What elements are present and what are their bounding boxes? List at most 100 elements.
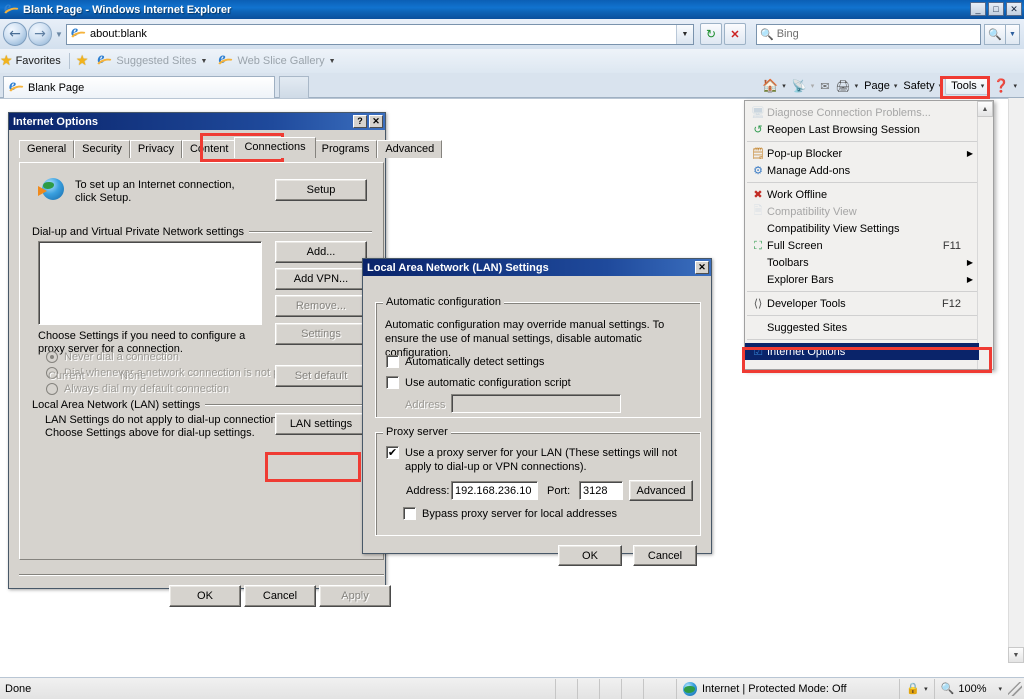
menu-item-toolbars[interactable]: Toolbars ▶ [745,254,979,271]
internet-options-close-button[interactable]: ✕ [369,115,383,128]
scroll-down-arrow-icon[interactable]: ▼ [1008,647,1024,663]
internet-options-tab-privacy[interactable]: Privacy [129,140,182,158]
safety-menu-button[interactable]: Safety ▾ [900,78,945,94]
menu-item-explorer-bars[interactable]: Explorer Bars ▶ [745,271,979,288]
menu-item-no-icon [749,272,767,288]
internet-options-apply-button: Apply [319,585,391,607]
help-caret-icon[interactable]: ▾ [1013,82,1017,90]
internet-options-titlebar: Internet Options ? ✕ [9,113,385,130]
proxy-address-input[interactable]: 192.168.236.10 [451,481,538,500]
auto-detect-settings-row[interactable]: Automatically detect settings [386,355,544,368]
setup-description: To set up an Internet connection, click … [75,179,235,204]
internet-options-tab-general[interactable]: General [19,140,75,158]
home-button[interactable]: 🏠 ▾ [759,76,789,96]
dialup-group-label: Dial-up and Virtual Private Network sett… [32,226,372,238]
bypass-proxy-row[interactable]: Bypass proxy server for local addresses [403,507,617,520]
refresh-button[interactable]: ↻ [700,23,722,45]
menu-item-internet-options[interactable]: ☑ Internet Options [745,343,979,360]
close-button[interactable]: ✕ [1006,2,1022,16]
page-menu-button[interactable]: Page ▾ [861,78,900,94]
setup-button[interactable]: Setup [275,179,367,201]
resize-grip-icon[interactable] [1008,681,1022,696]
address-dropdown-icon[interactable]: ▼ [676,24,693,44]
recent-pages-caret-icon[interactable]: ▼ [52,30,66,39]
page-caret-icon[interactable]: ▾ [894,82,898,90]
zoom-control[interactable]: 🔍 100% ▾ [933,678,1008,699]
home-caret-icon[interactable]: ▾ [782,82,786,90]
lan-settings-close-button[interactable]: ✕ [695,261,709,274]
page-vertical-scrollbar[interactable]: ▼ [1008,98,1024,663]
internet-options-cancel-button[interactable]: Cancel [244,585,316,607]
internet-options-tab-security[interactable]: Security [74,140,130,158]
tools-caret-icon[interactable]: ▾ [981,82,985,90]
forward-button[interactable]: → [28,22,52,46]
bypass-proxy-checkbox[interactable] [403,507,416,520]
zoom-caret-icon[interactable]: ▾ [998,685,1002,693]
menu-item-developer-tools[interactable]: ⟨⟩ Developer Tools F12 [745,295,979,312]
protected-mode-button[interactable]: 🔒 ▾ [899,678,933,699]
feeds-button[interactable]: 📡 ▾ [789,77,817,95]
auto-config-script-row[interactable]: Use automatic configuration script [386,376,571,389]
internet-options-help-button[interactable]: ? [353,115,367,128]
tab-label: Advanced [385,143,435,155]
search-input[interactable]: 🔍 Bing [756,23,981,45]
web-slice-gallery-button[interactable]: Web Slice Gallery [237,55,324,67]
add-vpn-button[interactable]: Add VPN... [275,268,367,290]
menu-separator [747,291,977,292]
address-input[interactable]: about:blank ▼ [66,23,694,45]
lan-settings-cancel-button[interactable]: Cancel [633,545,697,566]
stop-button[interactable]: ✕ [724,23,746,45]
minimize-button[interactable]: _ [970,2,986,16]
internet-options-tab-programs[interactable]: Programs [313,140,378,158]
print-button[interactable]: 🖨 ▾ [832,77,861,95]
protected-caret-icon[interactable]: ▾ [924,685,928,693]
internet-options-tab-connections[interactable]: Connections [234,137,316,158]
bypass-proxy-label: Bypass proxy server for local addresses [422,507,618,520]
advanced-button[interactable]: Advanced [629,480,693,501]
suggested-sites-button[interactable]: Suggested Sites [116,55,196,67]
print-caret-icon[interactable]: ▾ [855,82,859,90]
use-proxy-checkbox[interactable]: ✔ [386,446,399,459]
menu-item-label: Full Screen [767,239,823,252]
feeds-caret-icon[interactable]: ▾ [811,82,815,90]
connections-list[interactable] [38,241,262,325]
lan-settings-button[interactable]: LAN settings [275,413,367,435]
read-mail-button[interactable]: ✉ [817,78,832,95]
menu-item-pop-up-blocker[interactable]: 🗒 Pop-up Blocker ▶ [745,145,979,162]
internet-options-ok-button[interactable]: OK [169,585,241,607]
maximize-button[interactable]: □ [988,2,1004,16]
auto-config-script-checkbox[interactable] [386,376,399,389]
auto-detect-settings-checkbox[interactable] [386,355,399,368]
radio-button [46,351,58,363]
menu-scroll-up-arrow-icon[interactable]: ▲ [977,101,993,117]
proxy-port-input[interactable]: 3128 [579,481,623,500]
menu-item-compatibility-view-settings[interactable]: Compatibility View Settings [745,220,979,237]
radio-button [46,383,58,395]
add-button[interactable]: Add... [275,241,367,263]
suggested-sites-caret-icon[interactable]: ▼ [201,58,208,65]
menu-scrollbar[interactable]: ▲ [977,101,993,369]
tab-label: Connections [244,141,306,153]
help-button[interactable]: ❓ ▾ [990,76,1020,96]
menu-item-work-offline[interactable]: ✖ Work Offline [745,186,979,203]
back-button[interactable]: ← [3,22,27,46]
use-proxy-row[interactable]: ✔ Use a proxy server for your LAN (These… [386,446,691,474]
add-to-favorites-bar-icon[interactable]: ★ [76,54,89,68]
tools-menu-button[interactable]: Tools ▾ [945,77,991,95]
search-provider-dropdown[interactable]: ▼ [1006,23,1020,45]
menu-separator [747,141,977,142]
proxy-server-label: Proxy server [383,426,451,438]
menu-item-manage-add-ons[interactable]: ⚙ Manage Add-ons [745,162,979,179]
favorites-button[interactable]: Favorites [16,55,61,67]
security-zone-indicator[interactable]: Internet | Protected Mode: Off [676,678,847,699]
safety-caret-icon[interactable]: ▾ [939,82,943,90]
search-go-button[interactable]: 🔍 [984,23,1006,45]
lan-settings-ok-button[interactable]: OK [558,545,622,566]
menu-item-full-screen[interactable]: ⛶ Full Screen F11 [745,237,979,254]
menu-item-reopen-last-browsing-session[interactable]: ↺ Reopen Last Browsing Session [745,121,979,138]
menu-item-suggested-sites[interactable]: Suggested Sites [745,319,979,336]
internet-options-tab-advanced[interactable]: Advanced [377,140,443,158]
internet-options-tab-content[interactable]: Content [181,140,237,158]
web-slice-caret-icon[interactable]: ▼ [329,58,336,65]
proxy-address-label: Address: [406,485,450,497]
